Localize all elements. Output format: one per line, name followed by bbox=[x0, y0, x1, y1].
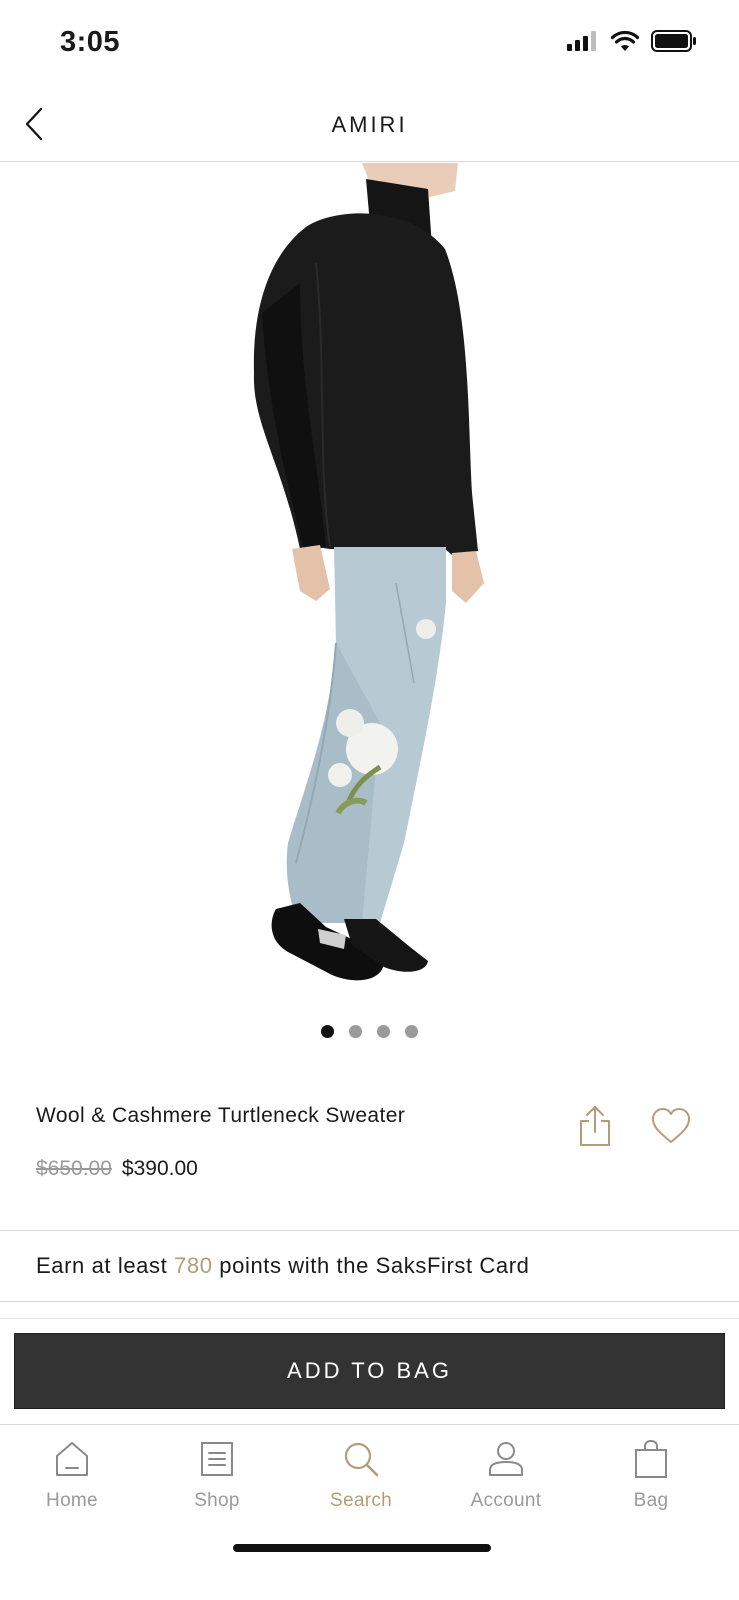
tab-shop-label: Shop bbox=[194, 1490, 240, 1511]
price-original: $650.00 bbox=[36, 1157, 112, 1180]
favorite-button[interactable] bbox=[650, 1106, 692, 1146]
brand-title: AMIRI bbox=[331, 112, 408, 137]
tab-search[interactable]: Search bbox=[301, 1437, 421, 1512]
price-sale: $390.00 bbox=[121, 1157, 198, 1180]
points-suffix: points with the SaksFirst Card bbox=[219, 1253, 530, 1278]
add-to-bag-button[interactable]: ADD TO BAG bbox=[14, 1333, 725, 1409]
product-name: Wool & Cashmere Turtleneck Sweater bbox=[36, 1104, 406, 1127]
tab-home[interactable]: Home bbox=[12, 1437, 132, 1512]
cta-area: ADD TO BAG bbox=[0, 1318, 739, 1424]
price-row: $650.00 $390.00 bbox=[36, 1157, 198, 1181]
tab-home-label: Home bbox=[46, 1490, 98, 1511]
tab-account[interactable]: Account bbox=[446, 1437, 566, 1512]
product-image[interactable] bbox=[0, 163, 739, 1023]
tab-bag[interactable]: Bag bbox=[591, 1437, 711, 1512]
carousel-dot-3[interactable] bbox=[377, 1025, 390, 1038]
tab-shop[interactable]: Shop bbox=[157, 1437, 277, 1512]
search-icon bbox=[341, 1437, 381, 1481]
carousel-dot-4[interactable] bbox=[405, 1025, 418, 1038]
heart-icon bbox=[652, 1108, 690, 1143]
carousel-dot-2[interactable] bbox=[349, 1025, 362, 1038]
image-carousel-dots bbox=[0, 1025, 739, 1038]
account-icon bbox=[486, 1437, 526, 1481]
nav-header: AMIRI bbox=[0, 90, 739, 162]
wifi-icon bbox=[611, 30, 639, 51]
bag-icon bbox=[631, 1437, 671, 1481]
cellular-signal-icon bbox=[567, 31, 596, 51]
share-icon bbox=[580, 1106, 610, 1146]
points-value: 780 bbox=[174, 1253, 213, 1278]
carousel-dot-1[interactable] bbox=[321, 1025, 334, 1038]
share-button[interactable] bbox=[578, 1104, 612, 1148]
points-text: Earn at least 780 points with the SaksFi… bbox=[36, 1253, 530, 1279]
status-bar: 3:05 bbox=[0, 0, 739, 90]
status-time: 3:05 bbox=[60, 26, 121, 58]
tab-account-label: Account bbox=[470, 1490, 542, 1511]
saksfirst-points-row[interactable]: Earn at least 780 points with the SaksFi… bbox=[0, 1230, 739, 1302]
shop-list-icon bbox=[197, 1437, 237, 1481]
home-indicator bbox=[233, 1544, 491, 1552]
tab-bag-label: Bag bbox=[633, 1490, 669, 1511]
home-icon bbox=[52, 1437, 92, 1481]
tab-bar: Home Shop Search Account Bag bbox=[0, 1424, 739, 1600]
battery-icon bbox=[651, 30, 696, 52]
model-figure bbox=[253, 163, 484, 981]
points-prefix: Earn at least bbox=[36, 1253, 168, 1278]
tab-search-label: Search bbox=[329, 1490, 392, 1511]
status-icons bbox=[567, 30, 697, 52]
